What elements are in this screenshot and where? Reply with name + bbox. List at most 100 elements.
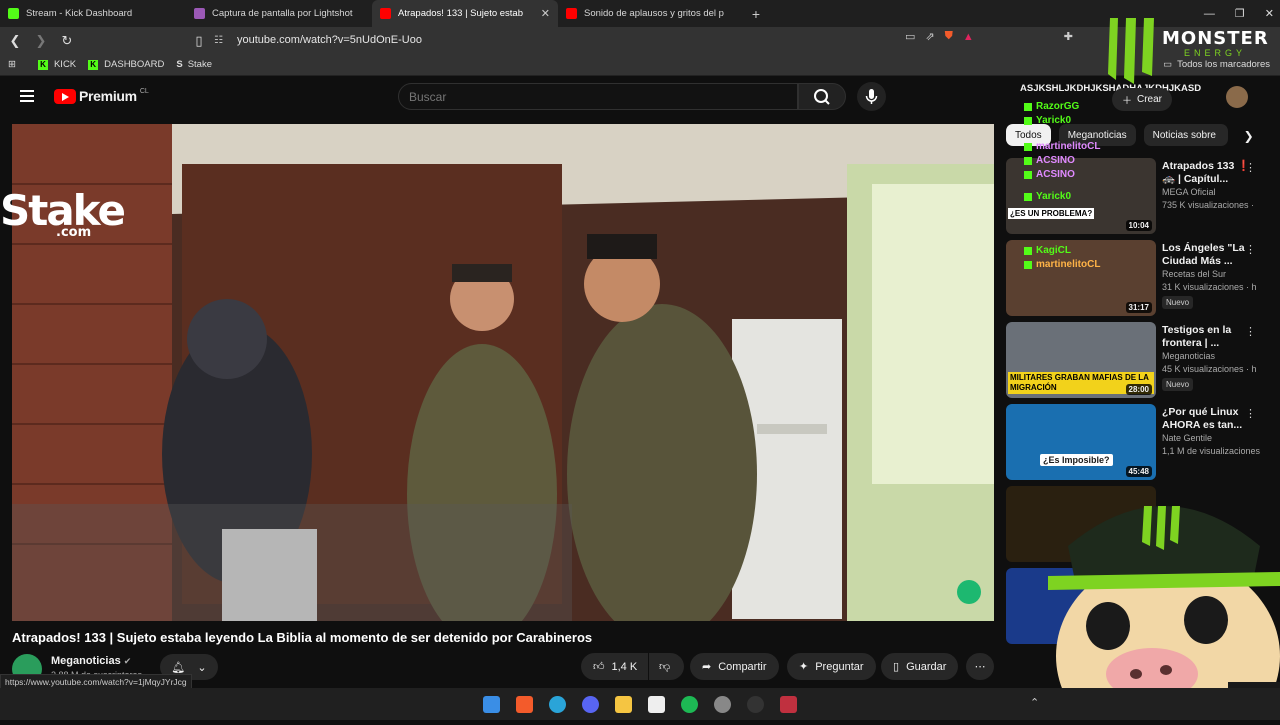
spotify-icon[interactable]: [681, 696, 698, 713]
media-icon[interactable]: [648, 696, 665, 713]
video-duration: 45:48: [1125, 466, 1152, 477]
close-window-icon[interactable]: ✕: [1265, 7, 1274, 20]
thumbs-down-icon: 👎︎: [659, 661, 671, 673]
tab-title: Captura de pantalla por Lightshot: [212, 8, 353, 19]
recommendation-title: ¿Por qué Linux AHORA es tan...: [1162, 406, 1243, 431]
extensions-icon[interactable]: ✚: [1064, 30, 1073, 43]
chat-message: martinelitoCL: [1024, 140, 1201, 154]
plus-icon: ＋: [1122, 96, 1132, 107]
chat-username: ACSINO: [1036, 169, 1075, 180]
bookmark-stake[interactable]: S Stake: [176, 59, 212, 70]
chat-message: martinelitoCL: [1024, 258, 1201, 272]
forward-icon[interactable]: ❯: [30, 30, 52, 52]
windows-taskbar: ⌃: [0, 688, 1280, 720]
tab-lightshot[interactable]: Captura de pantalla por Lightshot: [186, 0, 372, 27]
recommendation-views: 1,1 M de visualizaciones: [1162, 446, 1261, 456]
chat-username: martinelitoCL: [1036, 259, 1101, 270]
streamer-mascot: [1048, 486, 1280, 725]
apps-grid-icon[interactable]: ⊞: [8, 59, 16, 70]
maximize-icon[interactable]: ❐: [1235, 7, 1245, 20]
more-vertical-icon[interactable]: ⋮: [1245, 325, 1256, 338]
share-arrow-icon: ➦: [702, 661, 712, 673]
tab-kick-dashboard[interactable]: Stream - Kick Dashboard: [0, 0, 186, 27]
kick-icon: [1024, 171, 1032, 179]
windows-start-icon[interactable]: [483, 696, 500, 713]
ask-button[interactable]: ✦ Preguntar: [787, 653, 876, 680]
brave-icon[interactable]: [516, 696, 533, 713]
video-thumbnail[interactable]: ¿Es Imposible? 45:48: [1006, 404, 1156, 480]
folder-icon: ▭: [1163, 59, 1173, 70]
bookmark-icon: ▯: [893, 661, 900, 673]
site-info-icon[interactable]: ☷: [214, 35, 223, 46]
chat-message: Yarick0: [1024, 190, 1201, 204]
voice-search-button[interactable]: [857, 82, 886, 111]
discord-icon[interactable]: [582, 696, 599, 713]
cast-icon[interactable]: ▭: [905, 30, 915, 43]
video-player[interactable]: [12, 124, 994, 621]
share-icon[interactable]: ⇗: [925, 30, 934, 43]
kick-icon: [8, 8, 19, 19]
recommendation-item[interactable]: ¿Es Imposible? 45:48 ¿Por qué Linux AHOR…: [1006, 404, 1280, 480]
user-avatar[interactable]: [1226, 86, 1248, 108]
chat-username: RazorGG: [1036, 101, 1080, 112]
search-input[interactable]: [398, 83, 798, 110]
bookmark-star-icon[interactable]: ▯: [188, 30, 210, 52]
ask-label: Preguntar: [815, 660, 864, 673]
recommendation-views: 45 K visualizaciones · h: [1162, 364, 1257, 374]
valorant-icon[interactable]: [780, 696, 797, 713]
chevron-up-icon[interactable]: ⌃: [1030, 696, 1039, 709]
bookmark-label: DASHBOARD: [104, 59, 165, 70]
verified-icon: ✔: [123, 656, 132, 666]
video-title: Atrapados! 133 | Sujeto estaba leyendo L…: [12, 630, 593, 645]
channel-name[interactable]: Meganoticias ✔: [51, 655, 131, 667]
address-toolbar: ❮ ❯ ↻ ▯ ☷ youtube.com/watch?v=5nUdOnE-Uo…: [0, 27, 1280, 54]
more-actions-button[interactable]: ⋯: [966, 653, 994, 680]
tab-aplausos[interactable]: Sonido de aplausos y gritos del p: [558, 0, 744, 27]
youtube-premium-logo[interactable]: Premium CL: [54, 88, 149, 104]
url-field[interactable]: ☷ youtube.com/watch?v=5nUdOnE-Uoo: [208, 29, 1016, 51]
brave-shield-icon[interactable]: ⛊: [945, 30, 953, 43]
bell-icon: 🔔︎: [171, 661, 186, 674]
create-label: Crear: [1137, 94, 1163, 105]
chat-username: ACSINO: [1036, 155, 1075, 166]
minimize-icon[interactable]: —: [1204, 8, 1215, 20]
video-thumbnail[interactable]: MILITARES GRABAN MAFIAS DE LA MIGRACIÓN …: [1006, 322, 1156, 398]
app-icon[interactable]: [747, 696, 764, 713]
more-vertical-icon[interactable]: ⋮: [1245, 407, 1256, 420]
video-duration: 31:17: [1125, 302, 1152, 313]
tab-title: Stream - Kick Dashboard: [26, 8, 133, 19]
thumbnail-caption: ¿Es Imposible?: [1040, 454, 1113, 466]
file-explorer-icon[interactable]: [615, 696, 632, 713]
cat-avatar-icon: [1048, 506, 1280, 725]
create-button[interactable]: ＋ Crear: [1112, 88, 1173, 111]
kick-icon: K: [88, 59, 99, 70]
kick-icon: [1024, 143, 1032, 151]
all-bookmarks-button[interactable]: ▭ Todos los marcadores: [1163, 59, 1270, 70]
reload-icon[interactable]: ↻: [56, 30, 78, 52]
edge-icon[interactable]: [549, 696, 566, 713]
tab-atrapados[interactable]: Atrapados! 133 | Sujeto estab ✕: [372, 0, 558, 27]
obs-icon[interactable]: [714, 696, 731, 713]
share-button[interactable]: ➦ Compartir: [690, 653, 779, 680]
more-vertical-icon[interactable]: ⋮: [1245, 161, 1256, 174]
more-vertical-icon[interactable]: ⋮: [1245, 243, 1256, 256]
kick-icon: [1024, 247, 1032, 255]
new-tab-button[interactable]: +: [744, 6, 768, 22]
search-button[interactable]: [798, 83, 846, 110]
bookmark-kick[interactable]: K KICK: [37, 59, 77, 70]
youtube-icon: [566, 8, 577, 19]
save-button[interactable]: ▯ Guardar: [881, 653, 959, 680]
dislike-button[interactable]: 👎︎: [649, 653, 684, 680]
rewards-icon[interactable]: ▲: [963, 31, 974, 43]
bookmark-label: KICK: [53, 59, 77, 70]
back-icon[interactable]: ❮: [4, 30, 26, 52]
chevron-right-icon[interactable]: ❯: [1244, 129, 1254, 143]
url-text: youtube.com/watch?v=5nUdOnE-Uoo: [236, 34, 422, 46]
hamburger-menu-icon[interactable]: [20, 90, 34, 102]
like-button[interactable]: 👍︎ 1,4 K: [581, 653, 648, 680]
chat-username: Yarick0: [1036, 115, 1072, 126]
kick-icon: [1024, 261, 1032, 269]
recommendation-item[interactable]: MILITARES GRABAN MAFIAS DE LA MIGRACIÓN …: [1006, 322, 1280, 398]
close-tab-icon[interactable]: ✕: [541, 7, 550, 20]
bookmark-dashboard[interactable]: K DASHBOARD: [88, 59, 164, 70]
